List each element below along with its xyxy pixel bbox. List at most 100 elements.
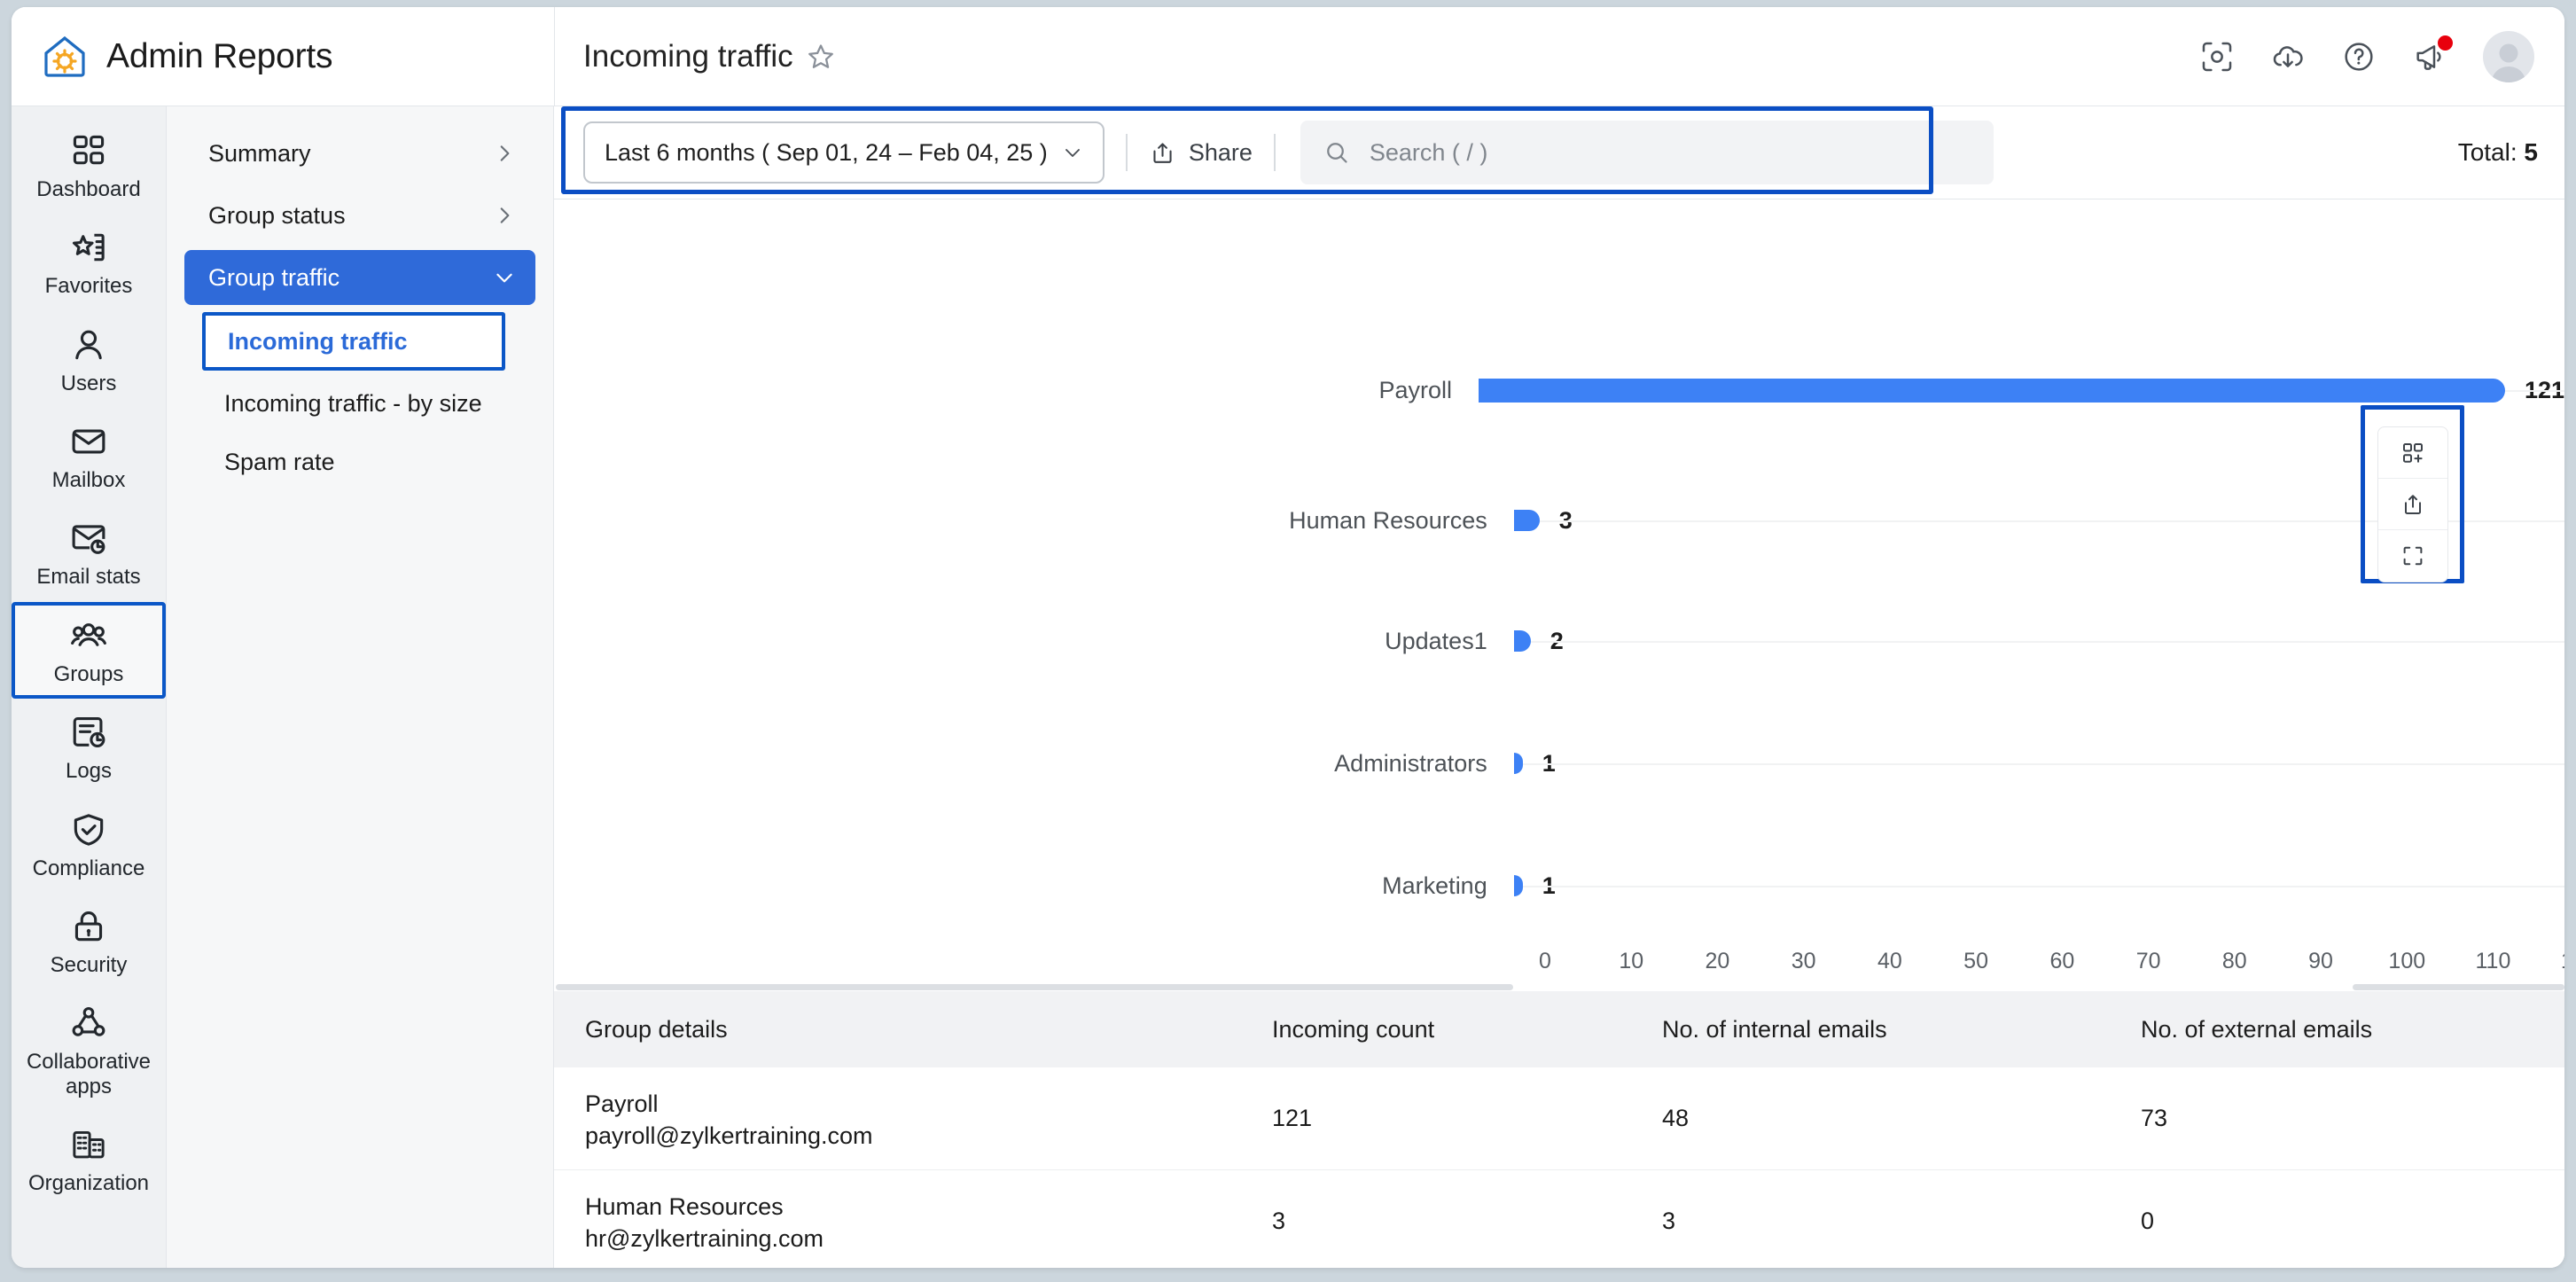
sidebar-item-organization[interactable]: Organization xyxy=(12,1111,166,1208)
chart-bar[interactable] xyxy=(1513,875,1523,896)
scrollbar-thumb[interactable] xyxy=(556,984,1513,990)
chart-row[interactable]: Marketing 1 xyxy=(554,868,2564,903)
sidebar-item-users[interactable]: Users xyxy=(12,311,166,408)
x-tick-label: 60 xyxy=(2049,949,2075,973)
sidebar-item-mailbox[interactable]: Mailbox xyxy=(12,408,166,504)
total-count: Total: 5 xyxy=(2458,138,2538,167)
subnav-item-group-status[interactable]: Group status xyxy=(184,188,535,243)
date-range-selector[interactable]: Last 6 months ( Sep 01, 24 – Feb 04, 25 … xyxy=(583,121,1105,184)
sidebar-item-label: Email stats xyxy=(36,565,141,590)
sidebar-item-security[interactable]: Security xyxy=(12,893,166,989)
search-icon xyxy=(1323,139,1350,166)
group-email: payroll@zylkertraining.com xyxy=(585,1122,873,1149)
group-people-icon xyxy=(69,616,108,655)
subnav-item-group-traffic[interactable]: Group traffic xyxy=(184,250,535,305)
sidebar-item-collaborative-apps[interactable]: Collaborative apps xyxy=(12,989,166,1111)
chart-track: 121 xyxy=(1479,372,2564,408)
chart-track: 1 xyxy=(1513,868,2564,903)
divider xyxy=(1273,134,1276,171)
house-gear-icon xyxy=(41,33,89,81)
chart-bar[interactable] xyxy=(1513,630,1531,652)
chart-bar[interactable] xyxy=(1513,510,1540,531)
chart-horizontal-scrollbar[interactable] xyxy=(554,984,2564,991)
screenshot-icon[interactable] xyxy=(2199,39,2235,74)
share-button[interactable]: Share xyxy=(1149,139,1253,167)
sidebar-item-dashboard[interactable]: Dashboard xyxy=(12,117,166,214)
subnav-item-incoming-traffic-by-size[interactable]: Incoming traffic - by size xyxy=(184,378,535,429)
column-header-external-emails[interactable]: No. of external emails xyxy=(2141,991,2564,1067)
document-clock-icon xyxy=(69,713,108,752)
scrollbar-track-right[interactable] xyxy=(2353,984,2564,990)
table-row[interactable]: Human Resources hr@zylkertraining.com 3 … xyxy=(554,1169,2564,1268)
subnav-item-label: Group traffic xyxy=(208,263,340,291)
help-circle-icon[interactable] xyxy=(2341,39,2377,74)
x-tick-label: 0 xyxy=(1539,949,1551,973)
date-range-label: Last 6 months ( Sep 01, 24 – Feb 04, 25 … xyxy=(605,138,1048,166)
chart-row[interactable]: Payroll 121 xyxy=(554,372,2564,408)
chart-category-label: Administrators xyxy=(1334,749,1487,777)
x-axis: 0 10 20 30 40 50 60 70 80 90 100 110 120 xyxy=(1539,949,2564,984)
sidebar-item-groups[interactable]: Groups xyxy=(12,601,166,700)
subnav-item-label: Incoming traffic - by size xyxy=(224,389,482,417)
search-input[interactable] xyxy=(1369,138,1971,167)
chart-category-label: Human Resources xyxy=(1289,506,1487,534)
column-header-incoming-count[interactable]: Incoming count xyxy=(1272,991,1662,1067)
column-header-group-details[interactable]: Group details xyxy=(554,991,1272,1067)
cell-external-emails: 73 xyxy=(2141,1067,2564,1170)
sidebar-item-label: Dashboard xyxy=(36,177,141,201)
gridline xyxy=(1513,886,2564,887)
chart-row[interactable]: Administrators 1 xyxy=(554,746,2564,781)
brand[interactable]: Admin Reports xyxy=(12,7,554,106)
user-icon xyxy=(69,325,108,364)
chevron-right-icon xyxy=(493,142,516,165)
subnav-item-label: Spam rate xyxy=(224,448,335,475)
group-details-table: Group details Incoming count No. of inte… xyxy=(554,991,2564,1268)
chart-category-label: Payroll xyxy=(1378,376,1452,403)
table-row[interactable]: Payroll payroll@zylkertraining.com 121 4… xyxy=(554,1067,2564,1170)
x-tick-label: 40 xyxy=(1877,949,1902,973)
top-bar-main: Incoming traffic xyxy=(554,7,2564,106)
x-tick-label: 30 xyxy=(1791,949,1816,973)
chart-track: 1 xyxy=(1513,746,2564,781)
chart-category-label: Updates1 xyxy=(1385,627,1487,654)
envelope-icon xyxy=(69,422,108,461)
export-upload-icon[interactable] xyxy=(2378,479,2447,530)
sidebar-item-label: Favorites xyxy=(44,274,133,299)
announcement-megaphone-icon[interactable] xyxy=(2412,35,2453,74)
subnav-item-incoming-traffic[interactable]: Incoming traffic xyxy=(202,312,505,371)
subnav-item-label: Group status xyxy=(208,201,346,229)
cloud-download-icon[interactable] xyxy=(2270,39,2306,74)
x-tick-label: 90 xyxy=(2308,949,2333,973)
fullscreen-icon[interactable] xyxy=(2378,530,2447,582)
star-outline-icon[interactable] xyxy=(806,42,836,72)
total-label: Total: xyxy=(2457,138,2517,166)
brand-title: Admin Reports xyxy=(106,36,333,75)
column-header-internal-emails[interactable]: No. of internal emails xyxy=(1662,991,2141,1067)
chart-container: Payroll 121 Human Resources 3 xyxy=(554,199,2564,991)
subnav-item-spam-rate[interactable]: Spam rate xyxy=(184,436,535,488)
sidebar-item-label: Mailbox xyxy=(51,468,126,493)
filter-bar: Last 6 months ( Sep 01, 24 – Feb 04, 25 … xyxy=(554,106,2564,199)
chart-row[interactable]: Human Resources 3 xyxy=(554,503,2564,538)
lock-icon xyxy=(69,907,108,946)
gridline xyxy=(1513,641,2564,643)
chart-bar[interactable] xyxy=(1513,753,1523,774)
cell-internal-emails: 48 xyxy=(1662,1067,2141,1170)
sidebar-item-label: Logs xyxy=(65,759,113,784)
avatar[interactable] xyxy=(2483,30,2534,82)
sidebar-item-logs[interactable]: Logs xyxy=(12,699,166,795)
sidebar-item-email-stats[interactable]: Email stats xyxy=(12,504,166,601)
chart-row[interactable]: Updates1 2 xyxy=(554,623,2564,659)
add-widget-icon[interactable] xyxy=(2378,427,2447,479)
sidebar-item-favorites[interactable]: Favorites xyxy=(12,214,166,310)
cell-group-details: Payroll payroll@zylkertraining.com xyxy=(554,1067,1272,1170)
chart-bar[interactable] xyxy=(1479,378,2505,403)
subnav-item-summary[interactable]: Summary xyxy=(184,126,535,181)
top-bar-actions xyxy=(2199,30,2534,82)
search-box[interactable] xyxy=(1300,121,1994,184)
cell-group-details: Human Resources hr@zylkertraining.com xyxy=(554,1169,1272,1268)
sidebar-item-compliance[interactable]: Compliance xyxy=(12,796,166,893)
x-tick-label: 70 xyxy=(2135,949,2161,973)
chevron-down-icon xyxy=(493,266,516,289)
group-email: hr@zylkertraining.com xyxy=(585,1224,824,1252)
